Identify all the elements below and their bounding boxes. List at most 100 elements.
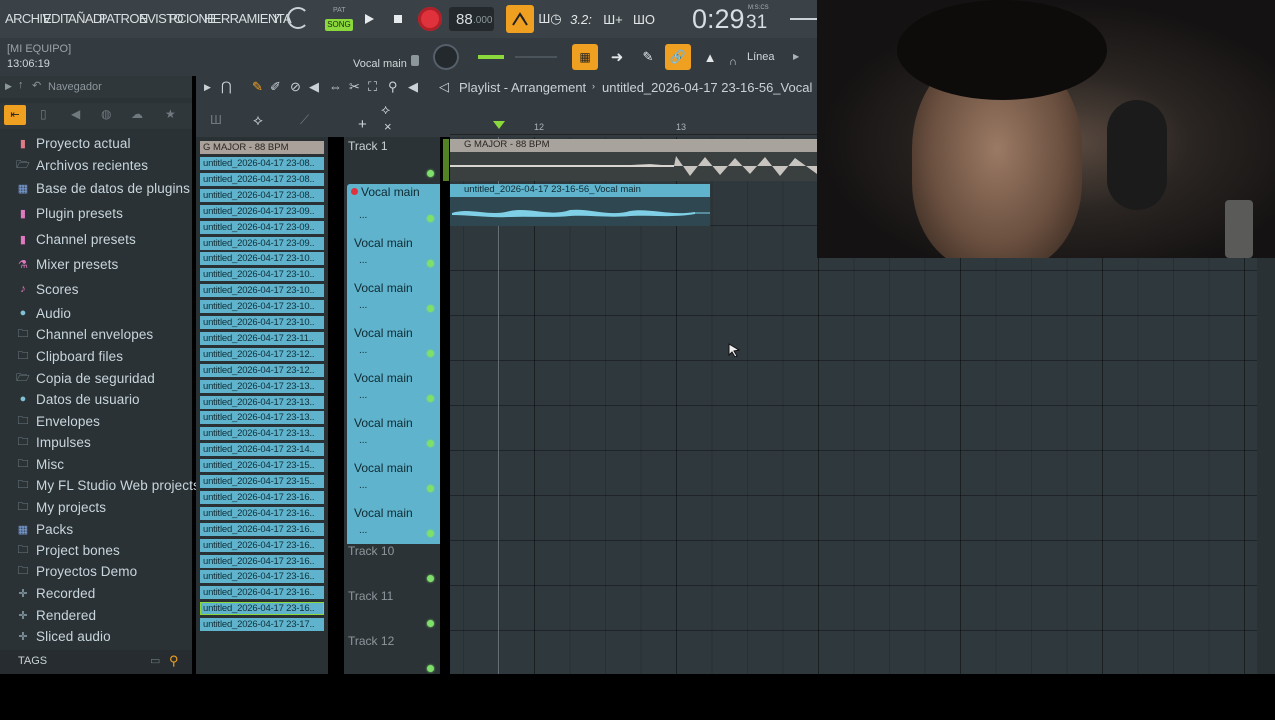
picker-clip[interactable]: untitled_2026-04-17 23-08.. bbox=[200, 188, 324, 202]
picker-clip[interactable]: untitled_2026-04-17 23-10.. bbox=[200, 284, 324, 298]
countdown-button[interactable]: 3.2: bbox=[569, 7, 593, 31]
vocal-track-header[interactable]: Vocal main... bbox=[347, 454, 440, 499]
mute-tool-icon[interactable]: ◀ bbox=[309, 79, 319, 95]
main-volume-knob[interactable] bbox=[433, 44, 459, 70]
browser-item[interactable]: 🗀 Impulses bbox=[16, 432, 91, 452]
browser-item[interactable]: ● Audio bbox=[16, 303, 71, 323]
delete-tool-icon[interactable]: ⊘ bbox=[290, 79, 301, 95]
close-track-icon[interactable]: × bbox=[384, 119, 392, 134]
track-11-label[interactable]: Track 11 bbox=[348, 589, 393, 603]
track-12-label[interactable]: Track 12 bbox=[348, 634, 394, 648]
browser-item[interactable]: 🗀 My projects bbox=[16, 497, 106, 517]
typing-keyboard-button[interactable]: ▦ bbox=[572, 44, 598, 70]
browser-options-icon[interactable]: ▶ bbox=[5, 81, 12, 92]
playback-tool-icon[interactable]: ◀ bbox=[408, 79, 418, 95]
browser-item[interactable]: 🗀 Proyectos Demo bbox=[16, 561, 137, 581]
search-icon[interactable]: ⚲ bbox=[169, 653, 179, 669]
draw-tool-button[interactable]: ✎ bbox=[635, 44, 661, 70]
browser-item[interactable]: ▮ Channel presets bbox=[16, 229, 136, 249]
slice-tool-icon[interactable]: ✂ bbox=[349, 79, 360, 95]
picker-clip[interactable]: untitled_2026-04-17 23-16.. bbox=[200, 586, 324, 600]
speaker-icon[interactable]: ◀ bbox=[71, 107, 80, 121]
browser-item[interactable]: ⚗ Mixer presets bbox=[16, 254, 118, 274]
track-mode-icon[interactable]: ⟡ bbox=[381, 101, 390, 118]
vocal-main-clip[interactable]: untitled_2026-04-17 23-16-56_Vocal main bbox=[450, 184, 710, 226]
picker-clip[interactable]: untitled_2026-04-17 23-16.. bbox=[200, 506, 324, 520]
magnet-icon[interactable]: ⋂ bbox=[221, 79, 232, 95]
vocal-track-header[interactable]: Vocal main... bbox=[347, 274, 440, 319]
pat-label[interactable]: PAT bbox=[333, 7, 346, 14]
track-10-led[interactable] bbox=[427, 575, 434, 582]
browser-item[interactable]: ▮ Proyecto actual bbox=[16, 133, 131, 153]
picker-clip[interactable]: untitled_2026-04-17 23-10.. bbox=[200, 268, 324, 282]
record-button[interactable] bbox=[418, 7, 442, 31]
browser-item[interactable]: 🗀 Project bones bbox=[16, 540, 120, 560]
picker-clip[interactable]: untitled_2026-04-17 23-10.. bbox=[200, 300, 324, 314]
picker-clip[interactable]: untitled_2026-04-17 23-13.. bbox=[200, 395, 324, 409]
picker-clip[interactable]: untitled_2026-04-17 23-13.. bbox=[200, 379, 324, 393]
vocal-track-led[interactable] bbox=[427, 350, 434, 357]
link-button[interactable]: 🔗 bbox=[665, 44, 691, 70]
vocal-track-header[interactable]: Vocal main... bbox=[347, 184, 440, 229]
browser-item[interactable]: ▮ Plugin presets bbox=[16, 203, 123, 223]
picker-clip[interactable]: untitled_2026-04-17 23-13.. bbox=[200, 411, 324, 425]
browser-item[interactable]: ✛ Recorded bbox=[16, 583, 95, 603]
picker-header-clip[interactable]: G MAJOR - 88 BPM bbox=[200, 141, 324, 154]
browser-item[interactable]: 🗁 Archivos recientes bbox=[16, 155, 148, 175]
picker-audio-icon[interactable]: ⟡ bbox=[253, 112, 263, 129]
picker-clip[interactable]: untitled_2026-04-17 23-09.. bbox=[200, 236, 324, 250]
file-icon[interactable]: ▯ bbox=[40, 107, 47, 121]
tempo-display[interactable]: 88 .000 bbox=[449, 7, 494, 31]
brush-tool-icon[interactable]: ✐ bbox=[270, 79, 281, 95]
stop-button[interactable] bbox=[386, 7, 410, 31]
picker-clip[interactable]: untitled_2026-04-17 23-15.. bbox=[200, 459, 324, 473]
selected-channel-name[interactable]: Vocal main bbox=[353, 58, 407, 70]
browser-item[interactable]: 🗀 Clipboard files bbox=[16, 346, 123, 366]
picker-clip[interactable]: untitled_2026-04-17 23-16.. bbox=[200, 522, 324, 536]
track-11-led[interactable] bbox=[427, 620, 434, 627]
browser-item[interactable]: 🗀 My FL Studio Web projects bbox=[16, 475, 200, 495]
browser-item[interactable]: 🗀 Envelopes bbox=[16, 411, 100, 431]
vocal-track-led[interactable] bbox=[427, 440, 434, 447]
tags-label[interactable]: TAGS bbox=[18, 655, 47, 667]
vocal-track-header[interactable]: Vocal main... bbox=[347, 229, 440, 274]
picker-clip[interactable]: untitled_2026-04-17 23-08.. bbox=[200, 157, 324, 170]
picker-automation-icon[interactable]: ⟋ bbox=[300, 112, 309, 128]
picker-clip[interactable]: untitled_2026-04-17 23-16.. bbox=[200, 570, 324, 584]
zoom-tool-icon[interactable]: ⚲ bbox=[388, 79, 398, 95]
pencil-tool-icon[interactable]: ✎ bbox=[252, 79, 263, 95]
pitch-slider[interactable] bbox=[478, 55, 504, 59]
vocal-track-header[interactable]: Vocal main... bbox=[347, 409, 440, 454]
play-button[interactable] bbox=[357, 7, 381, 31]
browser-up-icon[interactable]: ↑ bbox=[18, 79, 24, 91]
picker-clip[interactable]: untitled_2026-04-17 23-12.. bbox=[200, 363, 324, 377]
metronome-button[interactable] bbox=[506, 5, 534, 33]
browser-item[interactable]: 🗀 Misc bbox=[16, 454, 64, 474]
track-10-label[interactable]: Track 10 bbox=[348, 544, 394, 558]
speaker-tool-icon[interactable]: ◁ bbox=[439, 79, 449, 95]
browser-item[interactable]: ♪ Scores bbox=[16, 279, 79, 299]
picker-clip[interactable]: untitled_2026-04-17 23-14.. bbox=[200, 443, 324, 457]
browser-item[interactable]: 🗀 Channel envelopes bbox=[16, 324, 153, 344]
vocal-track-header[interactable]: Vocal main... bbox=[347, 364, 440, 409]
track-12-led[interactable] bbox=[427, 665, 434, 672]
browser-item[interactable]: ● Datos de usuario bbox=[16, 389, 140, 409]
add-track-icon[interactable]: + bbox=[358, 116, 367, 133]
folder-small-icon[interactable]: ▭ bbox=[150, 654, 160, 667]
vocal-track-led[interactable] bbox=[427, 395, 434, 402]
browser-item[interactable]: 🗁 Copia de seguridad bbox=[16, 368, 155, 388]
picker-clip[interactable]: untitled_2026-04-17 23-08.. bbox=[200, 172, 324, 186]
picker-clip[interactable]: untitled_2026-04-17 23-09.. bbox=[200, 220, 324, 234]
picker-clip[interactable]: untitled_2026-04-17 23-12.. bbox=[200, 347, 324, 361]
select-tool-icon[interactable]: ⛶ bbox=[368, 79, 377, 95]
loop-record-button[interactable]: ШО bbox=[632, 7, 656, 31]
plugin-icon[interactable]: ◍ bbox=[101, 107, 111, 121]
picker-clip[interactable]: untitled_2026-04-17 23-13.. bbox=[200, 427, 324, 441]
picker-clip[interactable]: untitled_2026-04-17 23-09.. bbox=[200, 204, 324, 218]
picker-clip[interactable]: untitled_2026-04-17 23-16.. bbox=[200, 490, 324, 504]
cloud-icon[interactable]: ☁ bbox=[131, 107, 143, 121]
slip-tool-icon[interactable]: ⇔ bbox=[329, 79, 342, 94]
vocal-track-header[interactable]: Vocal main... bbox=[347, 319, 440, 364]
star-icon[interactable]: ★ bbox=[165, 107, 176, 121]
menu-edit[interactable]: EDIT bbox=[43, 11, 71, 26]
